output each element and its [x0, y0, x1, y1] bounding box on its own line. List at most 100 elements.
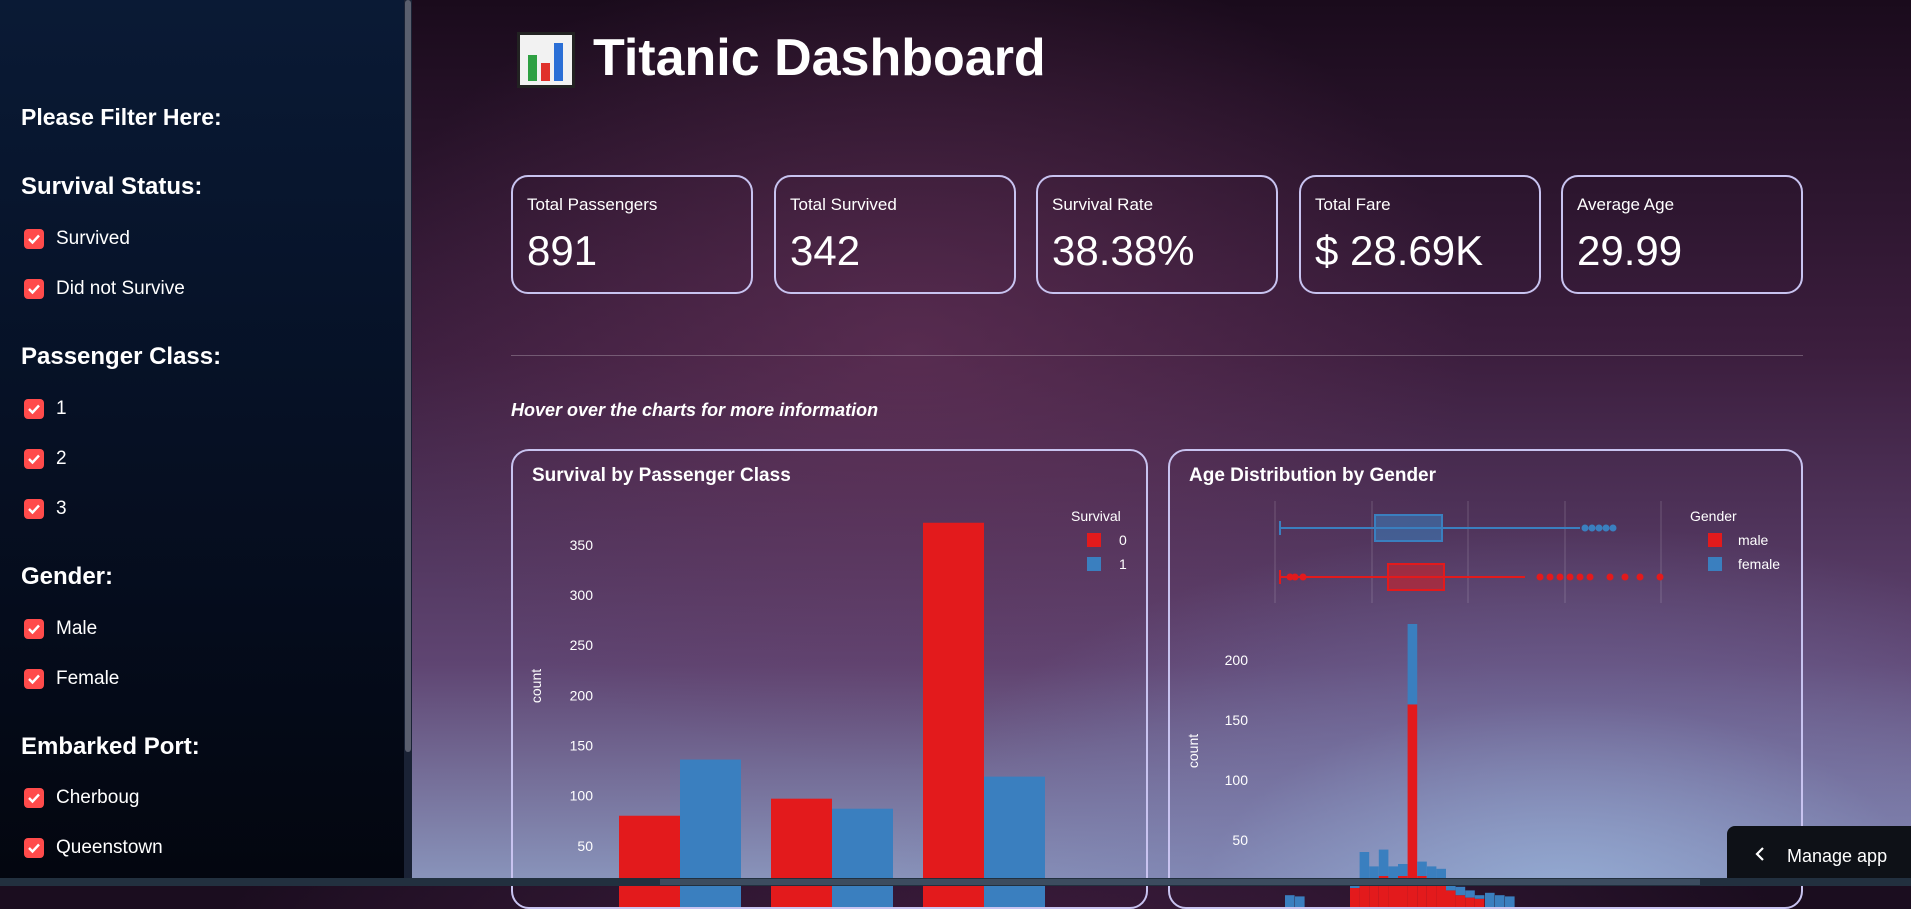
metric-card-total-passengers: Total Passengers 891	[511, 175, 753, 294]
checkbox-checked-icon[interactable]	[24, 229, 44, 249]
legend-swatch	[1087, 533, 1101, 547]
male-outlier	[1536, 573, 1544, 581]
checkbox-did-not-survive[interactable]: Did not Survive	[24, 278, 185, 300]
manage-app-button[interactable]: Manage app	[1727, 826, 1911, 886]
hist-bar-male	[1474, 898, 1485, 907]
checkbox-survived[interactable]: Survived	[24, 228, 130, 250]
legend-label: 0	[1119, 532, 1127, 548]
checkbox-checked-icon[interactable]	[24, 449, 44, 469]
chart-survival-by-class[interactable]: Survival by Passenger Class count 50 100 15…	[511, 449, 1148, 909]
hist-bar-female	[1485, 892, 1495, 907]
bar-1-class-3	[984, 776, 1045, 907]
checkbox-checked-icon[interactable]	[24, 279, 44, 299]
male-outlier	[1556, 573, 1564, 581]
y-tick-label: 50	[1232, 832, 1248, 848]
metric-card-total-fare: Total Fare $ 28.69K	[1299, 175, 1541, 294]
hist-bar-male	[1436, 883, 1446, 907]
male-outlier	[1606, 573, 1614, 581]
hist-bar-male	[1465, 897, 1475, 907]
chevron-left-icon	[1755, 846, 1765, 867]
y-axis-label: count	[528, 669, 544, 703]
checkbox-queenstown[interactable]: Queenstown	[24, 837, 163, 859]
manage-app-label: Manage app	[1787, 845, 1888, 866]
male-outlier	[1636, 573, 1644, 581]
checkbox-checked-icon[interactable]	[24, 838, 44, 858]
metric-label: Total Fare	[1315, 195, 1391, 214]
checkbox-male[interactable]: Male	[24, 618, 97, 640]
metric-card-survival-rate: Survival Rate 38.38%	[1036, 175, 1278, 294]
hist-bar-female	[1455, 886, 1466, 896]
checkbox-cherboug[interactable]: Cherboug	[24, 787, 139, 809]
checkbox-checked-icon[interactable]	[24, 669, 44, 689]
checkbox-label: Female	[56, 668, 120, 689]
metric-value: 38.38%	[1052, 227, 1195, 274]
checkbox-female[interactable]: Female	[24, 668, 119, 690]
female-outlier	[1581, 524, 1589, 532]
hist-bar-female	[1465, 890, 1475, 898]
metric-label: Survival Rate	[1052, 195, 1154, 214]
hist-bar-female	[1407, 624, 1418, 705]
hist-bar-female	[1398, 864, 1408, 876]
female-box	[1374, 514, 1443, 542]
metric-label: Total Survived	[790, 195, 897, 214]
y-tick-label: 350	[570, 537, 594, 553]
y-tick-label: 200	[570, 687, 594, 703]
hist-bar-female	[1474, 895, 1485, 899]
hist-bar-female	[1359, 852, 1370, 879]
male-box	[1387, 563, 1445, 591]
metric-card-average-age: Average Age 29.99	[1561, 175, 1803, 294]
checkbox-checked-icon[interactable]	[24, 499, 44, 519]
checkbox-label: Male	[56, 618, 98, 639]
checkbox-class-3[interactable]: 3	[24, 498, 67, 520]
metric-value: 342	[790, 227, 861, 274]
checkbox-class-1[interactable]: 1	[24, 398, 67, 420]
hist-bar-female	[1495, 895, 1505, 907]
checkbox-label: 3	[56, 498, 67, 519]
checkbox-class-2[interactable]: 2	[24, 448, 67, 470]
metric-card-total-survived: Total Survived 342	[774, 175, 1016, 294]
checkbox-label: 2	[56, 448, 67, 469]
sidebar-scrollbar[interactable]	[404, 0, 412, 886]
y-tick-label: 150	[570, 738, 594, 754]
hist-bar-male	[1446, 890, 1456, 907]
legend-label: 1	[1119, 556, 1127, 572]
checkbox-label: Queenstown	[56, 837, 163, 858]
checkbox-checked-icon[interactable]	[24, 788, 44, 808]
checkbox-label: 1	[56, 398, 67, 419]
horizontal-scroll-thumb[interactable]	[660, 879, 1700, 885]
y-tick-label: 200	[1225, 652, 1249, 668]
checkbox-checked-icon[interactable]	[24, 399, 44, 419]
gender-label: Gender:	[21, 563, 114, 590]
hist-bar-female	[1378, 849, 1389, 876]
male-outlier	[1586, 573, 1594, 581]
legend-swatch	[1708, 533, 1722, 547]
checkbox-label: Cherboug	[56, 787, 140, 808]
male-outlier	[1656, 573, 1664, 581]
embarked-port-label: Embarked Port:	[21, 733, 200, 760]
male-outlier	[1546, 573, 1554, 581]
hover-hint: Hover over the charts for more informati…	[511, 400, 879, 420]
male-outlier	[1576, 573, 1584, 581]
hist-bar-female	[1285, 895, 1295, 907]
bar-0-class-2	[771, 798, 832, 907]
y-tick-label: 150	[1225, 712, 1249, 728]
passenger-class-label: Passenger Class:	[21, 343, 222, 370]
hist-bar-female	[1417, 861, 1427, 876]
female-outlier	[1609, 524, 1617, 532]
sidebar-scroll-thumb[interactable]	[405, 0, 411, 752]
chart-age-distribution[interactable]: Age Distribution by Gender count 50 100 150…	[1168, 449, 1803, 909]
metric-label: Average Age	[1577, 195, 1675, 214]
female-outlier	[1588, 524, 1596, 532]
bar-chart-survival[interactable]: count 50 100 150 200 250 300 350 Survival 0 1	[513, 451, 1148, 909]
male-outlier	[1291, 573, 1299, 581]
bar-chart-icon	[517, 32, 575, 88]
metric-value: $ 28.69K	[1315, 227, 1484, 274]
hist-bar-male	[1455, 895, 1466, 907]
bar-1-class-2	[832, 808, 893, 907]
female-outlier	[1602, 524, 1610, 532]
hist-bar-male	[1350, 888, 1360, 907]
checkbox-checked-icon[interactable]	[24, 619, 44, 639]
hist-bar-female	[1426, 866, 1437, 879]
histogram-age-gender[interactable]: count 50 100 150 200 Gendermale female	[1170, 451, 1803, 909]
checkbox-label: Did not Survive	[56, 278, 185, 299]
